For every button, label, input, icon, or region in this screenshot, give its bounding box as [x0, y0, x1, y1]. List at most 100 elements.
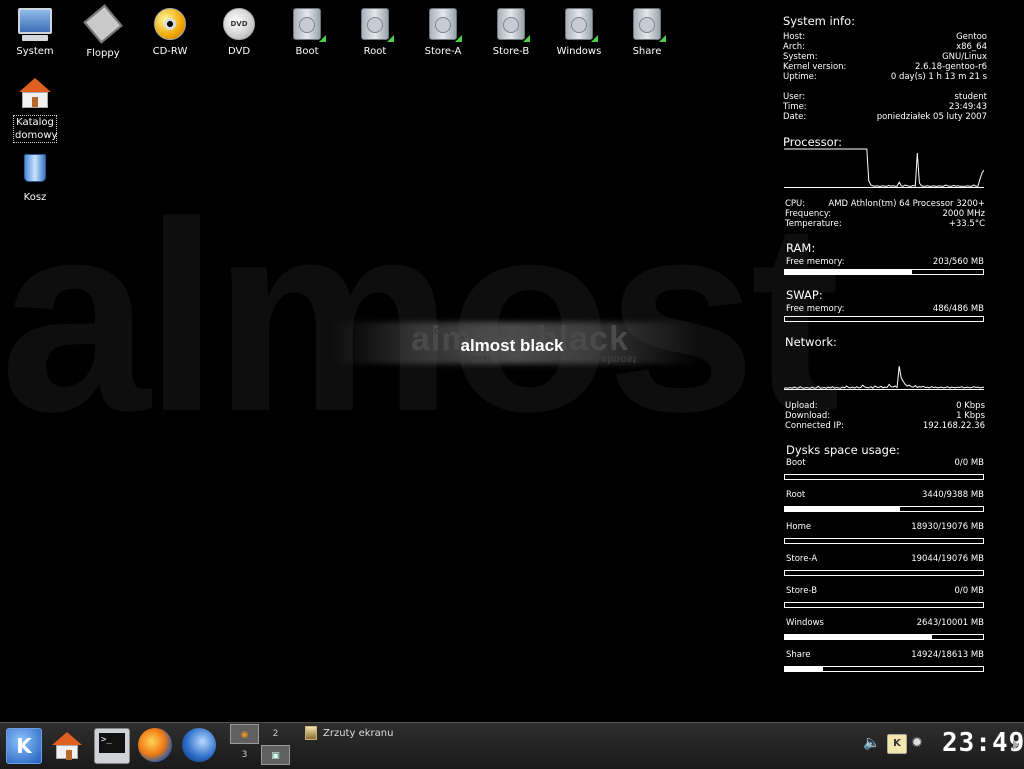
pager-desktop-2[interactable]: 2 [261, 724, 290, 744]
sysinfo-title: System info: [783, 14, 855, 28]
info-row: Upload: 0 Kbps [785, 401, 985, 411]
graph-line [784, 148, 985, 187]
desktop-icon-trash[interactable]: Kosz [5, 150, 65, 204]
info-row: Uptime: 0 day(s) 1 h 13 m 21 s [783, 72, 987, 82]
desktop-icon-root[interactable]: Root [345, 6, 405, 58]
dvd-icon: DVD [221, 8, 257, 42]
desktop-icon-label: Root [363, 46, 387, 57]
klipper-icon[interactable]: K [887, 734, 907, 754]
disk-value: 3440/9388 MB [922, 490, 984, 500]
info-key: Time: [783, 102, 807, 112]
desktop-icon-dvd[interactable]: DVD DVD [209, 6, 269, 58]
desktop-pager: ◉ 2 3 ▣ [230, 724, 290, 766]
info-row: Kernel version: 2.6.18-gentoo-r6 [783, 62, 987, 72]
network-title: Network: [785, 335, 837, 349]
desktop-icon-cdrw[interactable]: CD-RW [140, 6, 200, 58]
desktop-icon-label: Kosz [23, 192, 47, 203]
volume-icon[interactable]: 🔈 [863, 734, 881, 752]
disk-usage-item: Windows 2643/10001 MB [783, 618, 987, 640]
swap-row: Free memory: 486/486 MB [786, 304, 984, 314]
ram-title: RAM: [786, 241, 816, 255]
info-row: Frequency: 2000 MHz [785, 209, 985, 219]
info-key: Kernel version: [783, 62, 847, 72]
cpu-graph [784, 145, 985, 188]
disk-value: 19044/19076 MB [911, 554, 984, 564]
desktop-icon-label: Floppy [86, 48, 120, 59]
info-value: student [954, 92, 988, 102]
disk-name: Boot [786, 458, 806, 468]
pager-desktop-3[interactable]: 3 [230, 745, 259, 765]
desktop-icon-home-folder[interactable]: Katalog domowy [5, 78, 65, 143]
info-value: AMD Athlon(tm) 64 Processor 3200+ [828, 199, 985, 209]
info-value: 192.168.22.36 [922, 421, 985, 431]
hard-drive-icon [561, 8, 598, 42]
info-key: Connected IP: [785, 421, 844, 431]
taskbar-task-screenshots[interactable]: Zrzuty ekranu [305, 726, 393, 742]
desktop-icon-store-a[interactable]: Store-A [413, 6, 473, 58]
desktop-icon-label: Store-A [424, 46, 462, 57]
window-icon: ▣ [271, 751, 280, 761]
desktop-icon-floppy[interactable]: Floppy [73, 4, 133, 60]
pager-desktop-4[interactable]: ▣ [261, 745, 290, 765]
task-label: Zrzuty ekranu [323, 728, 394, 739]
pager-desktop-1[interactable]: ◉ [230, 724, 259, 744]
terminal-launcher[interactable] [94, 728, 130, 764]
system-monitor-panel: System info: Host: Gentoo Arch: x86_64 Syste… [783, 14, 987, 682]
disk-row: Share 14924/18613 MB [786, 650, 984, 660]
info-key: Frequency: [785, 209, 832, 219]
disk-row: Store-B 0/0 MB [786, 586, 984, 596]
k-menu-button[interactable]: K [6, 728, 42, 764]
disk-row: Store-A 19044/19076 MB [786, 554, 984, 564]
disk-usage-item: Boot 0/0 MB [783, 458, 987, 480]
disk-row: Root 3440/9388 MB [786, 490, 984, 500]
disk-bar [784, 666, 984, 672]
home-folder-launcher[interactable] [50, 728, 84, 762]
desktop-icon-windows[interactable]: Windows [549, 6, 609, 58]
disk-row: Home 18930/19076 MB [786, 522, 984, 532]
disk-value: 2643/10001 MB [916, 618, 984, 628]
info-key: Temperature: [785, 219, 842, 229]
info-row: User: student [783, 92, 987, 102]
swap-value: 486/486 MB [932, 304, 984, 314]
info-value: 0 day(s) 1 h 13 m 21 s [890, 72, 987, 82]
desktop-icon-label: CD-RW [152, 46, 188, 57]
info-value: 2000 MHz [942, 209, 985, 219]
taskbar-clock[interactable]: 23:49 [942, 728, 1024, 758]
disk-name: Home [786, 522, 812, 532]
disk-bar [784, 506, 984, 512]
disk-name: Store-A [786, 554, 818, 564]
desktop-icon-store-b[interactable]: Store-B [481, 6, 541, 58]
disk-bar [784, 602, 984, 608]
hard-drive-icon [425, 8, 462, 42]
hard-drive-icon [289, 8, 326, 42]
hourglass-icon [305, 726, 317, 740]
info-key: Upload: [785, 401, 818, 411]
thunderbird-launcher[interactable] [182, 728, 216, 762]
sysinfo-rows-user: User: student Time: 23:49:43 Date: poniedział… [783, 92, 987, 122]
panel-hide-arrow-icon[interactable] [1013, 740, 1019, 750]
disk-bar-fill [785, 635, 932, 639]
info-key: Host: [783, 32, 806, 42]
network-rows: Upload: 0 Kbps Download: 1 Kbps Connected IP… [783, 401, 987, 431]
desktop-icon-system[interactable]: System [5, 6, 65, 58]
disk-name: Store-B [786, 586, 818, 596]
info-key: Download: [785, 411, 831, 421]
ram-bar-fill [785, 270, 912, 274]
settings-gear-icon[interactable]: ✹ [908, 734, 926, 752]
info-value: 0 Kbps [956, 401, 985, 411]
desktop-icon-label: Store-B [492, 46, 530, 57]
disk-value: 18930/19076 MB [911, 522, 984, 532]
info-row: System: GNU/Linux [783, 52, 987, 62]
disk-bar [784, 634, 984, 640]
cd-icon [152, 8, 188, 42]
disk-name: Root [786, 490, 806, 500]
hard-drive-icon [493, 8, 530, 42]
desktop-icon-boot[interactable]: Boot [277, 6, 337, 58]
firefox-launcher[interactable] [138, 728, 172, 762]
info-key: Date: [783, 112, 807, 122]
floppy-icon [83, 4, 123, 44]
disk-usage-list: Boot 0/0 MB Root 3440/9388 MB Home 18930/1907… [783, 458, 987, 672]
desktop-icon-share[interactable]: Share [617, 6, 677, 58]
hard-drive-icon [357, 8, 394, 42]
info-row: Connected IP: 192.168.22.36 [785, 421, 985, 431]
